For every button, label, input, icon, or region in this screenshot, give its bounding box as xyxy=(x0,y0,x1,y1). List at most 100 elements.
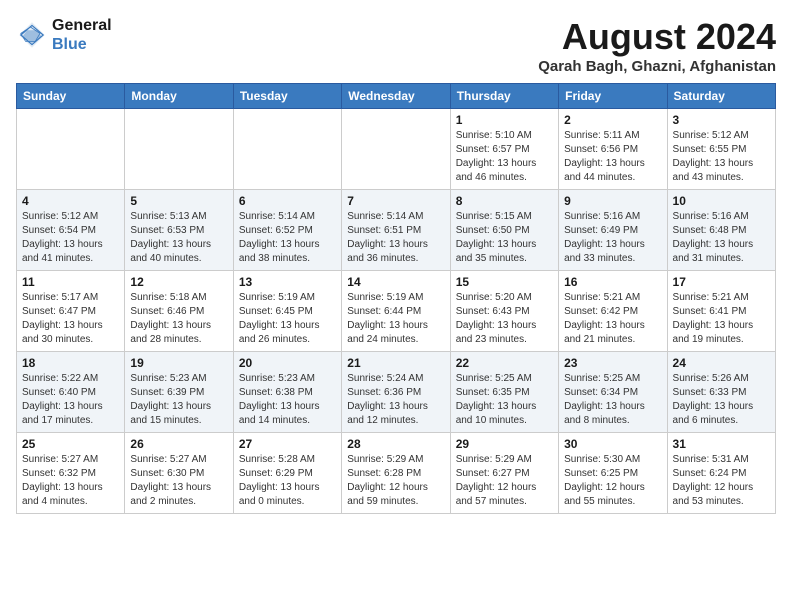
day-info: Sunrise: 5:31 AM Sunset: 6:24 PM Dayligh… xyxy=(673,453,770,509)
day-header-sunday: Sunday xyxy=(17,84,125,109)
day-number: 19 xyxy=(130,356,227,370)
calendar-week-2: 4 Sunrise: 5:12 AM Sunset: 6:54 PM Daylig… xyxy=(17,190,776,271)
calendar-cell: 28 Sunrise: 5:29 AM Sunset: 6:28 PM Dayli… xyxy=(342,433,450,514)
day-info: Sunrise: 5:24 AM Sunset: 6:36 PM Dayligh… xyxy=(347,372,444,428)
calendar-cell: 6Sunrise: 5:14 AM Sunset: 6:52 PM Daylig… xyxy=(233,190,341,271)
day-number: 10 xyxy=(673,194,770,208)
calendar-cell: 27 Sunrise: 5:28 AM Sunset: 6:29 PM Dayli… xyxy=(233,433,341,514)
day-info: Sunrise: 5:29 AM Sunset: 6:28 PM Dayligh… xyxy=(347,453,444,509)
day-number: 14 xyxy=(347,275,444,289)
calendar-cell: 3 Sunrise: 5:12 AM Sunset: 6:55 PM Daylig… xyxy=(667,109,775,190)
calendar-cell: 12 Sunrise: 5:18 AM Sunset: 6:46 PM Dayli… xyxy=(125,271,233,352)
calendar-cell: 5 Sunrise: 5:13 AM Sunset: 6:53 PM Daylig… xyxy=(125,190,233,271)
day-info: Sunrise: 5:17 AM Sunset: 6:47 PM Dayligh… xyxy=(22,291,119,347)
day-info: Sunrise: 5:25 AM Sunset: 6:34 PM Dayligh… xyxy=(564,372,661,428)
day-number: 20 xyxy=(239,356,336,370)
day-info: Sunrise: 5:13 AM Sunset: 6:53 PM Dayligh… xyxy=(130,210,227,266)
day-header-monday: Monday xyxy=(125,84,233,109)
day-number: 30 xyxy=(564,437,661,451)
calendar-cell: 26 Sunrise: 5:27 AM Sunset: 6:30 PM Dayli… xyxy=(125,433,233,514)
calendar-header-row: SundayMondayTuesdayWednesdayThursdayFrid… xyxy=(17,84,776,109)
header: General Blue August 2024 Qarah Bagh, Gha… xyxy=(16,16,776,75)
day-number: 17 xyxy=(673,275,770,289)
calendar-cell: 9Sunrise: 5:16 AM Sunset: 6:49 PM Daylig… xyxy=(559,190,667,271)
calendar-cell xyxy=(17,109,125,190)
day-info: Sunrise: 5:26 AM Sunset: 6:33 PM Dayligh… xyxy=(673,372,770,428)
calendar-cell: 23Sunrise: 5:25 AM Sunset: 6:34 PM Dayli… xyxy=(559,352,667,433)
day-header-saturday: Saturday xyxy=(667,84,775,109)
day-number: 29 xyxy=(456,437,553,451)
logo-icon xyxy=(16,19,48,51)
logo: General Blue xyxy=(16,16,112,54)
calendar-cell xyxy=(342,109,450,190)
day-number: 7 xyxy=(347,194,444,208)
day-info: Sunrise: 5:27 AM Sunset: 6:30 PM Dayligh… xyxy=(130,453,227,509)
day-number: 5 xyxy=(130,194,227,208)
day-header-friday: Friday xyxy=(559,84,667,109)
day-number: 8 xyxy=(456,194,553,208)
day-info: Sunrise: 5:12 AM Sunset: 6:55 PM Dayligh… xyxy=(673,129,770,185)
day-info: Sunrise: 5:12 AM Sunset: 6:54 PM Dayligh… xyxy=(22,210,119,266)
calendar-cell: 31Sunrise: 5:31 AM Sunset: 6:24 PM Dayli… xyxy=(667,433,775,514)
calendar-cell: 10 Sunrise: 5:16 AM Sunset: 6:48 PM Dayli… xyxy=(667,190,775,271)
day-info: Sunrise: 5:16 AM Sunset: 6:48 PM Dayligh… xyxy=(673,210,770,266)
calendar-cell xyxy=(233,109,341,190)
day-number: 26 xyxy=(130,437,227,451)
day-info: Sunrise: 5:19 AM Sunset: 6:44 PM Dayligh… xyxy=(347,291,444,347)
day-header-tuesday: Tuesday xyxy=(233,84,341,109)
day-info: Sunrise: 5:22 AM Sunset: 6:40 PM Dayligh… xyxy=(22,372,119,428)
day-number: 2 xyxy=(564,113,661,127)
calendar-week-5: 25Sunrise: 5:27 AM Sunset: 6:32 PM Dayli… xyxy=(17,433,776,514)
day-info: Sunrise: 5:18 AM Sunset: 6:46 PM Dayligh… xyxy=(130,291,227,347)
day-info: Sunrise: 5:20 AM Sunset: 6:43 PM Dayligh… xyxy=(456,291,553,347)
main-title: August 2024 xyxy=(538,16,776,58)
day-info: Sunrise: 5:29 AM Sunset: 6:27 PM Dayligh… xyxy=(456,453,553,509)
day-number: 9 xyxy=(564,194,661,208)
calendar-week-1: 1 Sunrise: 5:10 AM Sunset: 6:57 PM Daylig… xyxy=(17,109,776,190)
calendar-cell: 8 Sunrise: 5:15 AM Sunset: 6:50 PM Daylig… xyxy=(450,190,558,271)
calendar-cell: 19 Sunrise: 5:23 AM Sunset: 6:39 PM Dayli… xyxy=(125,352,233,433)
day-number: 25 xyxy=(22,437,119,451)
calendar-cell: 13Sunrise: 5:19 AM Sunset: 6:45 PM Dayli… xyxy=(233,271,341,352)
day-number: 24 xyxy=(673,356,770,370)
calendar-cell: 30 Sunrise: 5:30 AM Sunset: 6:25 PM Dayli… xyxy=(559,433,667,514)
title-area: August 2024 Qarah Bagh, Ghazni, Afghanis… xyxy=(538,16,776,75)
subtitle: Qarah Bagh, Ghazni, Afghanistan xyxy=(538,58,776,75)
day-info: Sunrise: 5:14 AM Sunset: 6:51 PM Dayligh… xyxy=(347,210,444,266)
calendar-week-4: 18 Sunrise: 5:22 AM Sunset: 6:40 PM Dayli… xyxy=(17,352,776,433)
calendar-cell: 4 Sunrise: 5:12 AM Sunset: 6:54 PM Daylig… xyxy=(17,190,125,271)
day-info: Sunrise: 5:30 AM Sunset: 6:25 PM Dayligh… xyxy=(564,453,661,509)
calendar-cell: 20Sunrise: 5:23 AM Sunset: 6:38 PM Dayli… xyxy=(233,352,341,433)
day-info: Sunrise: 5:19 AM Sunset: 6:45 PM Dayligh… xyxy=(239,291,336,347)
day-header-thursday: Thursday xyxy=(450,84,558,109)
day-number: 12 xyxy=(130,275,227,289)
day-number: 4 xyxy=(22,194,119,208)
day-info: Sunrise: 5:23 AM Sunset: 6:39 PM Dayligh… xyxy=(130,372,227,428)
calendar-cell: 1 Sunrise: 5:10 AM Sunset: 6:57 PM Daylig… xyxy=(450,109,558,190)
day-info: Sunrise: 5:15 AM Sunset: 6:50 PM Dayligh… xyxy=(456,210,553,266)
day-number: 3 xyxy=(673,113,770,127)
day-info: Sunrise: 5:21 AM Sunset: 6:41 PM Dayligh… xyxy=(673,291,770,347)
day-number: 16 xyxy=(564,275,661,289)
day-number: 1 xyxy=(456,113,553,127)
calendar-cell: 2 Sunrise: 5:11 AM Sunset: 6:56 PM Daylig… xyxy=(559,109,667,190)
day-number: 27 xyxy=(239,437,336,451)
calendar-cell: 29 Sunrise: 5:29 AM Sunset: 6:27 PM Dayli… xyxy=(450,433,558,514)
day-info: Sunrise: 5:25 AM Sunset: 6:35 PM Dayligh… xyxy=(456,372,553,428)
calendar-cell: 17 Sunrise: 5:21 AM Sunset: 6:41 PM Dayli… xyxy=(667,271,775,352)
calendar-cell: 14 Sunrise: 5:19 AM Sunset: 6:44 PM Dayli… xyxy=(342,271,450,352)
day-info: Sunrise: 5:28 AM Sunset: 6:29 PM Dayligh… xyxy=(239,453,336,509)
calendar-cell xyxy=(125,109,233,190)
day-number: 18 xyxy=(22,356,119,370)
calendar-cell: 18 Sunrise: 5:22 AM Sunset: 6:40 PM Dayli… xyxy=(17,352,125,433)
calendar-cell: 11 Sunrise: 5:17 AM Sunset: 6:47 PM Dayli… xyxy=(17,271,125,352)
day-number: 28 xyxy=(347,437,444,451)
calendar-cell: 15 Sunrise: 5:20 AM Sunset: 6:43 PM Dayli… xyxy=(450,271,558,352)
day-number: 11 xyxy=(22,275,119,289)
calendar-cell: 7 Sunrise: 5:14 AM Sunset: 6:51 PM Daylig… xyxy=(342,190,450,271)
day-info: Sunrise: 5:10 AM Sunset: 6:57 PM Dayligh… xyxy=(456,129,553,185)
calendar-cell: 21Sunrise: 5:24 AM Sunset: 6:36 PM Dayli… xyxy=(342,352,450,433)
day-number: 15 xyxy=(456,275,553,289)
day-number: 22 xyxy=(456,356,553,370)
day-info: Sunrise: 5:11 AM Sunset: 6:56 PM Dayligh… xyxy=(564,129,661,185)
